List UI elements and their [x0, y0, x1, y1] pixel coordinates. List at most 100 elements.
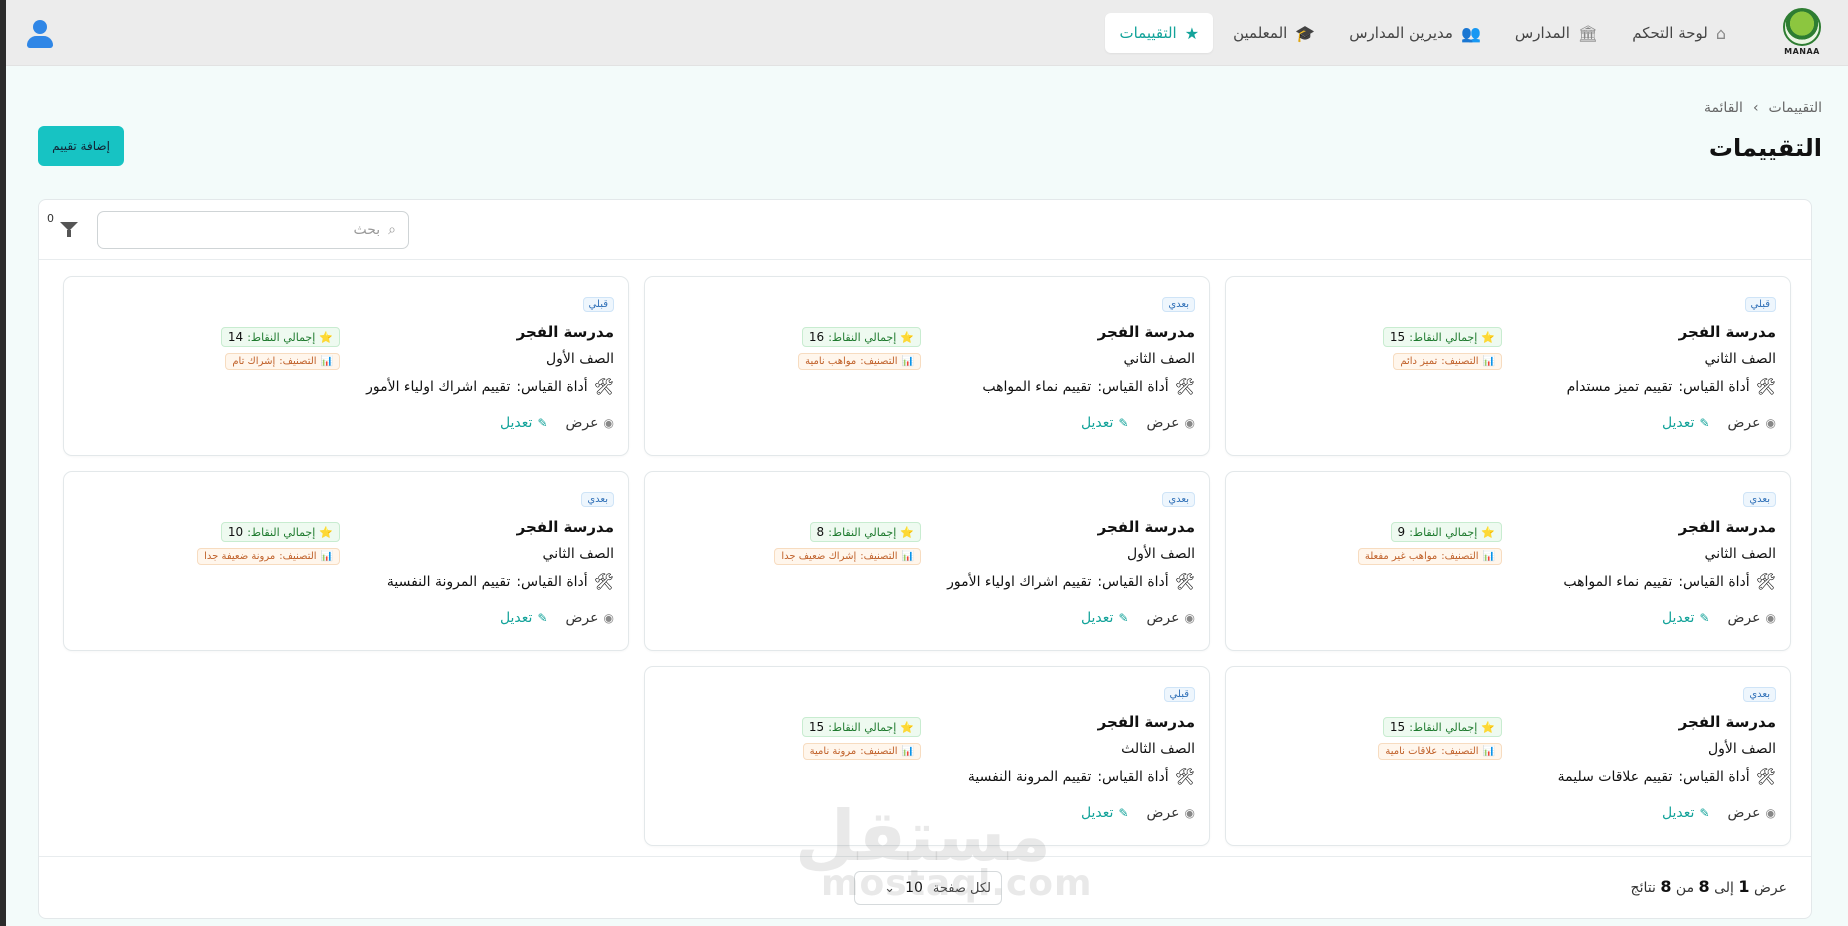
nav-item-teachers[interactable]: 🎓 المعلمين [1219, 13, 1329, 53]
grade-label: الصف الثاني [1704, 546, 1776, 562]
star-icon: ⭐ [319, 525, 333, 539]
grade-label: الصف الأول [545, 351, 614, 367]
grade-label: الصف الثالث [1121, 741, 1195, 757]
view-button[interactable]: ◉ عرض [1147, 805, 1196, 821]
view-button[interactable]: ◉ عرض [1728, 610, 1777, 626]
measurement-tool: 🛠 أداة القياس: تقييم المرونة النفسية [386, 572, 614, 591]
bar-chart-icon: 📊 [320, 551, 333, 562]
star-icon: ★ [1184, 23, 1200, 43]
view-button[interactable]: ◉ عرض [1728, 415, 1777, 431]
search-icon: ⌕ [388, 222, 396, 238]
star-icon: ⭐ [319, 330, 333, 344]
eye-icon: ◉ [1765, 611, 1776, 625]
classification-badge: 📊 التصنيف: مواهب نامية [798, 353, 921, 370]
school-name: مدرسة الفجر [1678, 518, 1776, 536]
bar-chart-icon: 📊 [901, 356, 914, 367]
tools-icon: 🛠 [1755, 767, 1776, 786]
logo[interactable]: MANAA [1780, 8, 1824, 60]
evaluation-type-badge: بعدي [1743, 687, 1776, 702]
total-points-badge: ⭐ إجمالي النقاط: 15 [1382, 717, 1502, 737]
measurement-tool: 🛠 أداة القياس: تقييم علاقات سليمة [1557, 767, 1776, 786]
graduation-cap-icon: 🎓 [1295, 23, 1316, 43]
view-button[interactable]: ◉ عرض [566, 610, 615, 626]
add-evaluation-button[interactable]: إضافة تقييم [38, 126, 124, 166]
edit-button[interactable]: ✎ تعديل [1081, 805, 1129, 821]
edit-button[interactable]: ✎ تعديل [1662, 610, 1710, 626]
school-name: مدرسة الفجر [1678, 713, 1776, 731]
measurement-tool: 🛠 أداة القياس: تقييم اشراك اولياء الأمور [947, 572, 1195, 591]
breadcrumb: التقييمات › القائمة [1704, 100, 1822, 116]
school-name: مدرسة الفجر [1097, 518, 1195, 536]
tools-icon: 🛠 [1174, 767, 1195, 786]
results-summary: عرض 1 إلى 8 من 8 نتائج [1630, 877, 1787, 896]
evaluation-card: قبلي مدرسة الفجر الصف الأول 🛠 أداة القيا… [63, 276, 629, 456]
tools-icon: 🛠 [1755, 377, 1776, 396]
eye-icon: ◉ [1184, 806, 1195, 820]
card-actions: ◉ عرض ✎ تعديل [1081, 805, 1195, 821]
eye-icon: ◉ [1184, 416, 1195, 430]
total-points-badge: ⭐ إجمالي النقاط: 8 [809, 522, 921, 542]
edit-button[interactable]: ✎ تعديل [1081, 415, 1129, 431]
grade-label: الصف الثاني [1123, 351, 1195, 367]
edit-icon: ✎ [1118, 416, 1129, 430]
school-name: مدرسة الفجر [516, 518, 614, 536]
star-icon: ⭐ [900, 720, 914, 734]
school-name: مدرسة الفجر [1097, 323, 1195, 341]
view-button[interactable]: ◉ عرض [1728, 805, 1777, 821]
edit-button[interactable]: ✎ تعديل [1081, 610, 1129, 626]
edit-button[interactable]: ✎ تعديل [500, 415, 548, 431]
tools-icon: 🛠 [593, 377, 614, 396]
classification-badge: 📊 التصنيف: علاقات نامية [1378, 743, 1502, 760]
evaluation-card: بعدي مدرسة الفجر الصف الأول 🛠 أداة القيا… [644, 471, 1210, 651]
search-field[interactable]: ⌕ بحث [97, 211, 409, 249]
evaluation-type-badge: بعدي [1162, 297, 1195, 312]
star-icon: ⭐ [1481, 720, 1495, 734]
bar-chart-icon: 📊 [1482, 551, 1495, 562]
evaluation-card: بعدي مدرسة الفجر الصف الأول 🛠 أداة القيا… [1225, 666, 1791, 846]
nav-item-label: لوحة التحكم [1632, 24, 1708, 42]
eye-icon: ◉ [1765, 806, 1776, 820]
users-icon: 👥 [1460, 23, 1481, 43]
star-icon: ⭐ [900, 525, 914, 539]
breadcrumb-item-evaluations[interactable]: التقييمات [1769, 100, 1822, 116]
total-points-badge: ⭐ إجمالي النقاط: 15 [1382, 327, 1502, 347]
nav-item-school-managers[interactable]: 👥 مديرين المدارس [1335, 13, 1495, 53]
evaluation-card: بعدي مدرسة الفجر الصف الثاني 🛠 أداة القي… [644, 276, 1210, 456]
view-button[interactable]: ◉ عرض [1147, 610, 1196, 626]
classification-badge: 📊 التصنيف: إشراك ضعيف جدا [774, 548, 921, 565]
total-points-badge: ⭐ إجمالي النقاط: 14 [220, 327, 340, 347]
card-actions: ◉ عرض ✎ تعديل [1662, 415, 1776, 431]
edit-button[interactable]: ✎ تعديل [1662, 805, 1710, 821]
nav-item-dashboard[interactable]: ⌂ لوحة التحكم [1618, 13, 1740, 53]
filter-button[interactable]: 0 [47, 212, 79, 240]
star-icon: ⭐ [1481, 525, 1495, 539]
view-button[interactable]: ◉ عرض [1147, 415, 1196, 431]
total-points-badge: ⭐ إجمالي النقاط: 15 [801, 717, 921, 737]
top-navbar: MANAA ⌂ لوحة التحكم 🏛 المدارس 👥 مديرين ا… [6, 0, 1848, 66]
grade-label: الصف الثاني [542, 546, 614, 562]
card-actions: ◉ عرض ✎ تعديل [1662, 805, 1776, 821]
nav-item-label: المعلمين [1233, 24, 1288, 42]
edit-button[interactable]: ✎ تعديل [1662, 415, 1710, 431]
measurement-tool: 🛠 أداة القياس: تقييم نماء المواهب [1563, 572, 1776, 591]
evaluation-card: قبلي مدرسة الفجر الصف الثاني 🛠 أداة القي… [1225, 276, 1791, 456]
card-actions: ◉ عرض ✎ تعديل [500, 415, 614, 431]
total-points-badge: ⭐ إجمالي النقاط: 16 [801, 327, 921, 347]
tools-icon: 🛠 [593, 572, 614, 591]
tools-icon: 🛠 [1174, 572, 1195, 591]
card-actions: ◉ عرض ✎ تعديل [1081, 415, 1195, 431]
evaluation-type-badge: بعدي [1162, 492, 1195, 507]
nav-item-schools[interactable]: 🏛 المدارس [1501, 13, 1612, 53]
filter-count-badge: 0 [47, 212, 54, 225]
edit-icon: ✎ [1118, 806, 1129, 820]
total-points-badge: ⭐ إجمالي النقاط: 10 [220, 522, 340, 542]
view-button[interactable]: ◉ عرض [566, 415, 615, 431]
user-avatar[interactable] [26, 20, 54, 50]
watermark: مستقل mostaql.com [794, 795, 1093, 904]
nav-item-evaluations[interactable]: ★ التقييمات [1105, 13, 1214, 53]
edit-icon: ✎ [1699, 806, 1710, 820]
edit-button[interactable]: ✎ تعديل [500, 610, 548, 626]
page-title: التقييمات [1708, 134, 1822, 162]
evaluation-type-badge: بعدي [581, 492, 614, 507]
eye-icon: ◉ [603, 416, 614, 430]
